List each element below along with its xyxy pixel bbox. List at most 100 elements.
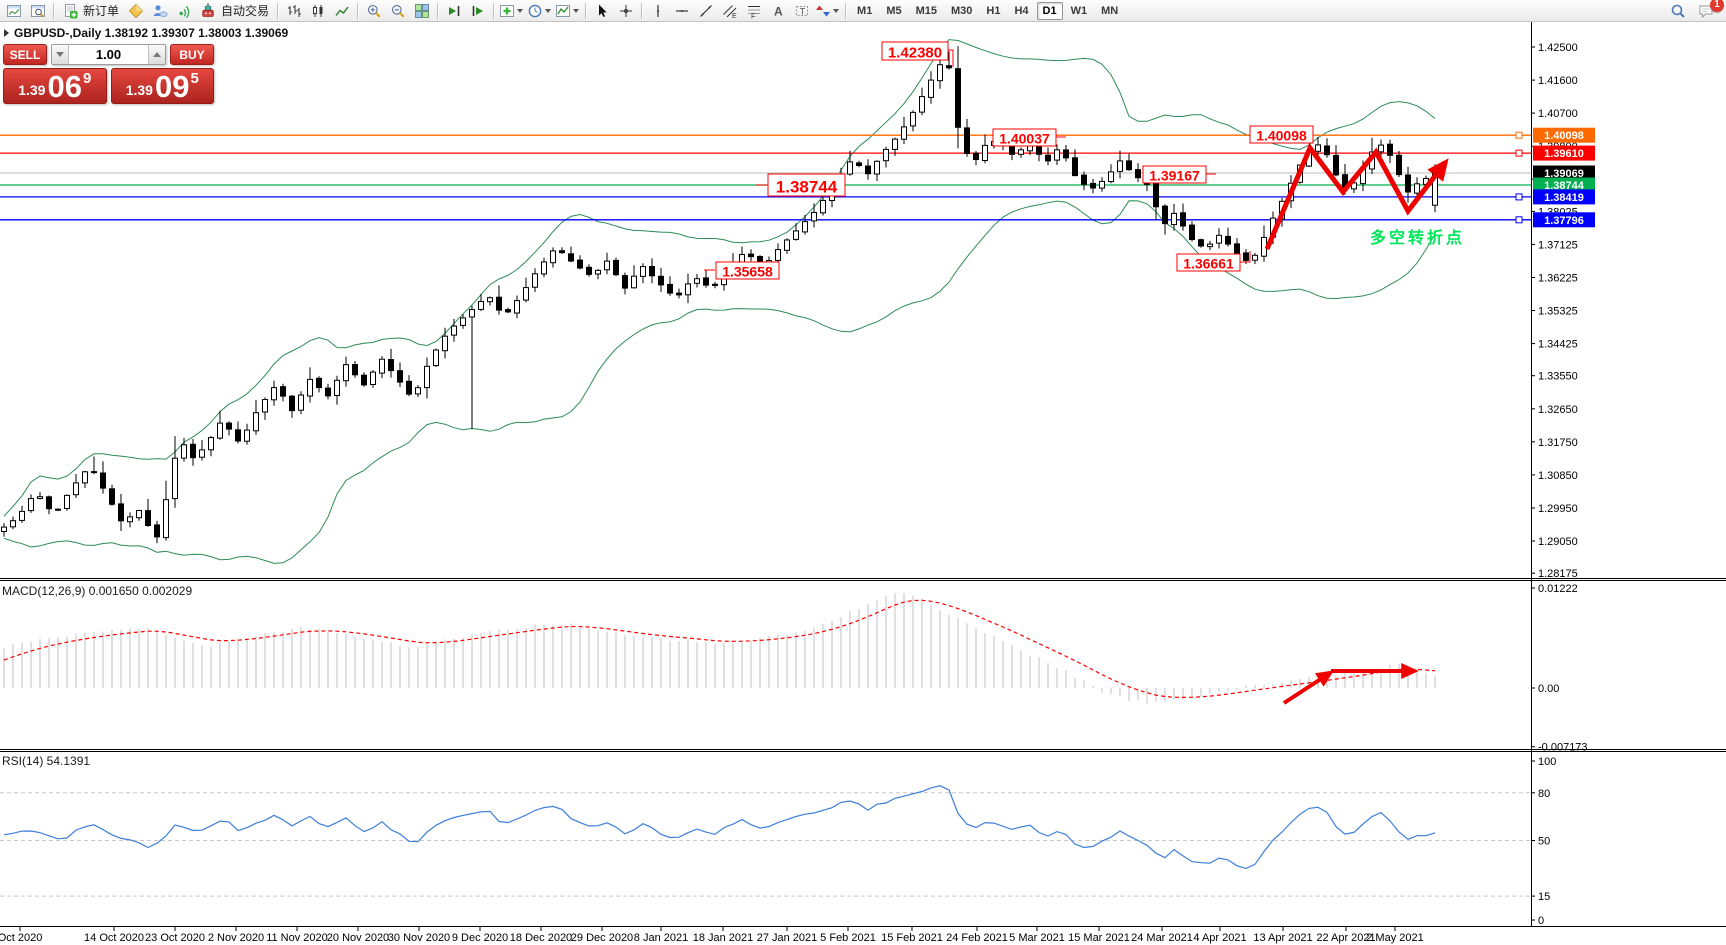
chart-shift-button[interactable]	[466, 0, 490, 22]
crosshair-tool-icon	[618, 3, 634, 19]
bar-chart-button[interactable]	[282, 0, 306, 22]
timeframe-m5-button[interactable]: M5	[880, 2, 907, 20]
search-button[interactable]	[1666, 0, 1690, 22]
volume-decrease-button[interactable]	[52, 45, 69, 64]
arrows-tool-button[interactable]	[814, 0, 842, 22]
candle-body	[119, 504, 124, 521]
candle-body	[182, 445, 187, 458]
timeframe-m15-button[interactable]: M15	[910, 2, 943, 20]
timeframe-d1-button[interactable]: D1	[1037, 2, 1063, 20]
toolbar-separator	[641, 3, 643, 19]
scale-tick-label: 1.35325	[1538, 306, 1578, 318]
candle-body	[686, 284, 691, 295]
candle-body	[1199, 240, 1204, 246]
community-button[interactable]	[148, 0, 172, 22]
candle-body	[857, 163, 862, 166]
notification-badge: 1	[1710, 0, 1724, 12]
equidistant-channel-tool-button[interactable]: E	[718, 0, 742, 22]
candlestick-chart-button[interactable]	[306, 0, 330, 22]
annotation-text: 1.38744	[776, 178, 838, 197]
candle-body	[650, 267, 655, 276]
candle-body	[524, 288, 529, 301]
candle-body	[443, 336, 448, 351]
tile-windows-button[interactable]	[410, 0, 434, 22]
candle-body	[281, 387, 286, 396]
zoom-out-button[interactable]	[386, 0, 410, 22]
top-toolbar: 新订单自动交易EFATM1M5M15M30H1H4D1W1MN1	[0, 0, 1726, 22]
candle-body	[29, 499, 34, 511]
chevron-down-icon	[573, 9, 579, 13]
candle-body	[848, 162, 853, 174]
templates-menu-icon	[555, 3, 571, 19]
timeframe-h4-button[interactable]: H4	[1008, 2, 1034, 20]
date-label: 29 Dec 2020	[571, 932, 633, 944]
buy-button[interactable]: BUY	[170, 44, 214, 65]
date-label: 18 Jan 2021	[693, 932, 754, 944]
tester-window-icon	[30, 3, 46, 19]
candle-body	[218, 423, 223, 438]
timeframe-m30-button[interactable]: M30	[945, 2, 978, 20]
date-label: Oct 2020	[0, 932, 42, 944]
chart-plot: 1.423801.400371.400981.391671.387441.366…	[0, 22, 1726, 945]
buy-price-display[interactable]: 1.39095	[111, 68, 215, 104]
candle-body	[713, 284, 718, 285]
rsi-scale-label: 80	[1538, 788, 1550, 800]
scale-tick-label: 1.31750	[1538, 437, 1578, 449]
fibonacci-tool-button[interactable]: F	[742, 0, 766, 22]
candle-body	[362, 375, 367, 385]
chat-button[interactable]: 1	[1694, 0, 1718, 22]
candle-body	[515, 301, 520, 313]
cursor-tool-button[interactable]	[590, 0, 614, 22]
periods-menu-button[interactable]	[526, 0, 554, 22]
candle-body	[1055, 150, 1060, 160]
candle-body	[128, 517, 133, 522]
candle-body	[299, 395, 304, 410]
timeframe-m1-button[interactable]: M1	[851, 2, 878, 20]
horizontal-line-tool-button[interactable]	[670, 0, 694, 22]
text-label-tool-button[interactable]: T	[790, 0, 814, 22]
level-handle[interactable]	[1516, 217, 1522, 223]
auto-scroll-button[interactable]	[442, 0, 466, 22]
macd-scale-label: 0.00	[1538, 683, 1559, 695]
sell-button[interactable]: SELL	[3, 44, 47, 65]
level-handle[interactable]	[1516, 150, 1522, 156]
chart-window-button[interactable]	[2, 0, 26, 22]
auto-trading-button[interactable]	[196, 0, 220, 22]
mt4-window: 新订单自动交易EFATM1M5M15M30H1H4D1W1MN1 1.42380…	[0, 0, 1726, 945]
volume-input[interactable]	[69, 45, 148, 64]
crosshair-tool-button[interactable]	[614, 0, 638, 22]
candle-body	[2, 527, 7, 531]
date-label: 23 Oct 2020	[145, 932, 205, 944]
volume-increase-button[interactable]	[148, 45, 165, 64]
signals-button[interactable]	[172, 0, 196, 22]
timeframe-mn-button[interactable]: MN	[1095, 2, 1124, 20]
trendline-tool-icon	[698, 3, 714, 19]
indicators-menu-button[interactable]	[498, 0, 526, 22]
line-chart-button[interactable]	[330, 0, 354, 22]
level-handle[interactable]	[1516, 132, 1522, 138]
metaeditor-button[interactable]	[124, 0, 148, 22]
candle-body	[146, 511, 151, 526]
candle-body	[1208, 244, 1213, 247]
timeframe-h1-button[interactable]: H1	[980, 2, 1006, 20]
turning-point-text: 多空转折点	[1370, 228, 1465, 247]
zoom-in-button[interactable]	[362, 0, 386, 22]
tester-window-button[interactable]	[26, 0, 50, 22]
timeframe-w1-button[interactable]: W1	[1065, 2, 1094, 20]
candle-body	[497, 297, 502, 310]
trendline-tool-button[interactable]	[694, 0, 718, 22]
candle-body	[821, 200, 826, 212]
candle-body	[461, 318, 466, 326]
annotation-text: 1.39167	[1149, 168, 1200, 184]
fibonacci-tool-icon: F	[746, 3, 762, 19]
sell-price-display[interactable]: 1.39069	[3, 68, 107, 104]
new-order-button[interactable]	[58, 0, 82, 22]
level-handle[interactable]	[1516, 194, 1522, 200]
candle-body	[1397, 155, 1402, 174]
date-label: 5 Mar 2021	[1009, 932, 1065, 944]
triangle-down-icon	[56, 52, 64, 57]
scale-tick-label: 1.42500	[1538, 42, 1578, 54]
templates-menu-button[interactable]	[554, 0, 582, 22]
vertical-line-tool-button[interactable]	[646, 0, 670, 22]
text-tool-button[interactable]: A	[766, 0, 790, 22]
